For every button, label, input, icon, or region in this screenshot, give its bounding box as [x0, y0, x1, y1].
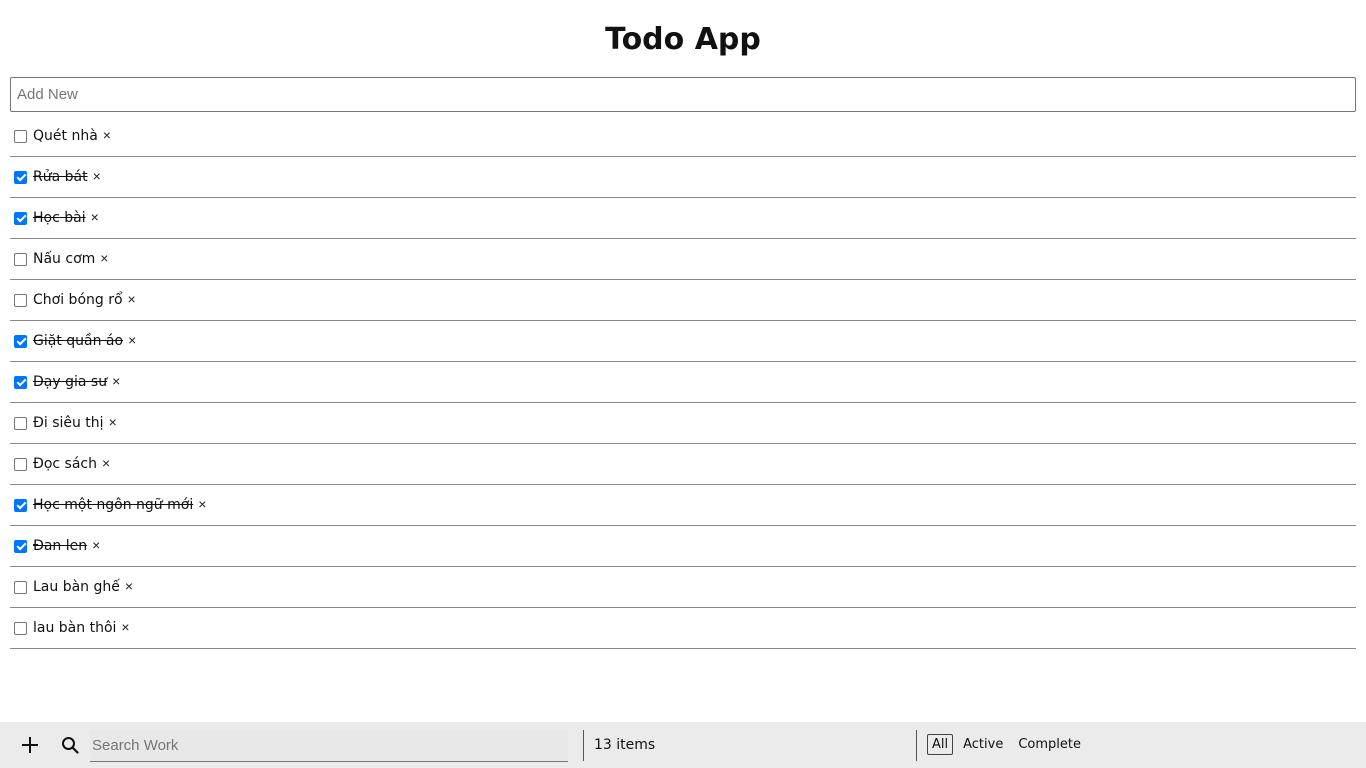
todo-label: Rửa bát: [33, 169, 88, 185]
todo-label: Lau bàn ghế: [33, 579, 120, 595]
todo-item: Rửa bát ×: [10, 157, 1356, 198]
todo-checkbox[interactable]: [14, 457, 27, 471]
todo-checkbox[interactable]: [14, 416, 27, 430]
todo-checkbox[interactable]: [14, 498, 27, 512]
todo-item: Chơi bóng rổ ×: [10, 280, 1356, 321]
footer-divider: [583, 730, 584, 761]
todo-list: Quét nhà × Rửa bát × Học bài × Nấu cơm × Chơi bó…: [10, 116, 1356, 649]
todo-item: Học bài ×: [10, 198, 1356, 239]
todo-checkbox[interactable]: [14, 129, 27, 143]
todo-checkbox[interactable]: [14, 293, 27, 307]
todo-label: Đan len: [33, 538, 88, 554]
add-new-input[interactable]: [10, 77, 1356, 112]
delete-icon[interactable]: ×: [103, 128, 111, 142]
todo-label: Đọc sách: [33, 456, 98, 472]
delete-icon[interactable]: ×: [128, 333, 136, 347]
todo-checkbox[interactable]: [14, 375, 27, 389]
todo-checkbox[interactable]: [14, 334, 27, 348]
delete-icon[interactable]: ×: [112, 374, 120, 388]
search-work-input[interactable]: [90, 730, 568, 762]
todo-checkbox[interactable]: [14, 170, 27, 184]
filter-active-button[interactable]: Active: [958, 734, 1008, 755]
todo-label: lau bàn thôi: [33, 620, 117, 636]
items-count: 13 items: [594, 737, 656, 753]
todo-item: Dạy gia sư ×: [10, 362, 1356, 403]
delete-icon[interactable]: ×: [121, 620, 129, 634]
todo-checkbox[interactable]: [14, 252, 27, 266]
todo-item: Quét nhà ×: [10, 116, 1356, 157]
search-icon[interactable]: [61, 736, 79, 754]
todo-label: Học một ngôn ngữ mới: [33, 497, 194, 513]
todo-checkbox[interactable]: [14, 580, 27, 594]
todo-checkbox[interactable]: [14, 539, 27, 553]
footer-bar: 13 items AllActiveComplete: [0, 722, 1366, 768]
todo-item: Lau bàn ghế ×: [10, 567, 1356, 608]
todo-label: Nấu cơm: [33, 251, 96, 267]
todo-label: Quét nhà: [33, 128, 98, 144]
todo-label: Học bài: [33, 210, 86, 226]
filter-complete-button[interactable]: Complete: [1013, 734, 1086, 755]
delete-icon[interactable]: ×: [93, 169, 101, 183]
filter-all-button[interactable]: All: [927, 734, 954, 755]
plus-icon[interactable]: [20, 735, 40, 755]
todo-item: Nấu cơm ×: [10, 239, 1356, 280]
delete-icon[interactable]: ×: [128, 292, 136, 306]
todo-item: lau bàn thôi ×: [10, 608, 1356, 649]
filter-group: All Active Complete: [927, 734, 1091, 755]
delete-icon[interactable]: ×: [91, 210, 99, 224]
todo-label: Chơi bóng rổ: [33, 292, 123, 308]
footer-divider: [916, 730, 917, 761]
todo-label: Giặt quần áo: [33, 333, 124, 349]
delete-icon[interactable]: ×: [109, 415, 117, 429]
todo-label: Dạy gia sư: [33, 374, 108, 390]
delete-icon[interactable]: ×: [100, 251, 108, 265]
delete-icon[interactable]: ×: [198, 497, 206, 511]
page-title: Todo App: [605, 22, 761, 57]
delete-icon[interactable]: ×: [102, 456, 110, 470]
todo-item: Đọc sách ×: [10, 444, 1356, 485]
todo-item: Giặt quần áo ×: [10, 321, 1356, 362]
todo-item: Đi siêu thị ×: [10, 403, 1356, 444]
todo-item: Học một ngôn ngữ mới ×: [10, 485, 1356, 526]
delete-icon[interactable]: ×: [92, 538, 100, 552]
todo-checkbox[interactable]: [14, 621, 27, 635]
todo-checkbox[interactable]: [14, 211, 27, 225]
todo-label: Đi siêu thị: [33, 415, 104, 431]
delete-icon[interactable]: ×: [125, 579, 133, 593]
todo-item: Đan len ×: [10, 526, 1356, 567]
